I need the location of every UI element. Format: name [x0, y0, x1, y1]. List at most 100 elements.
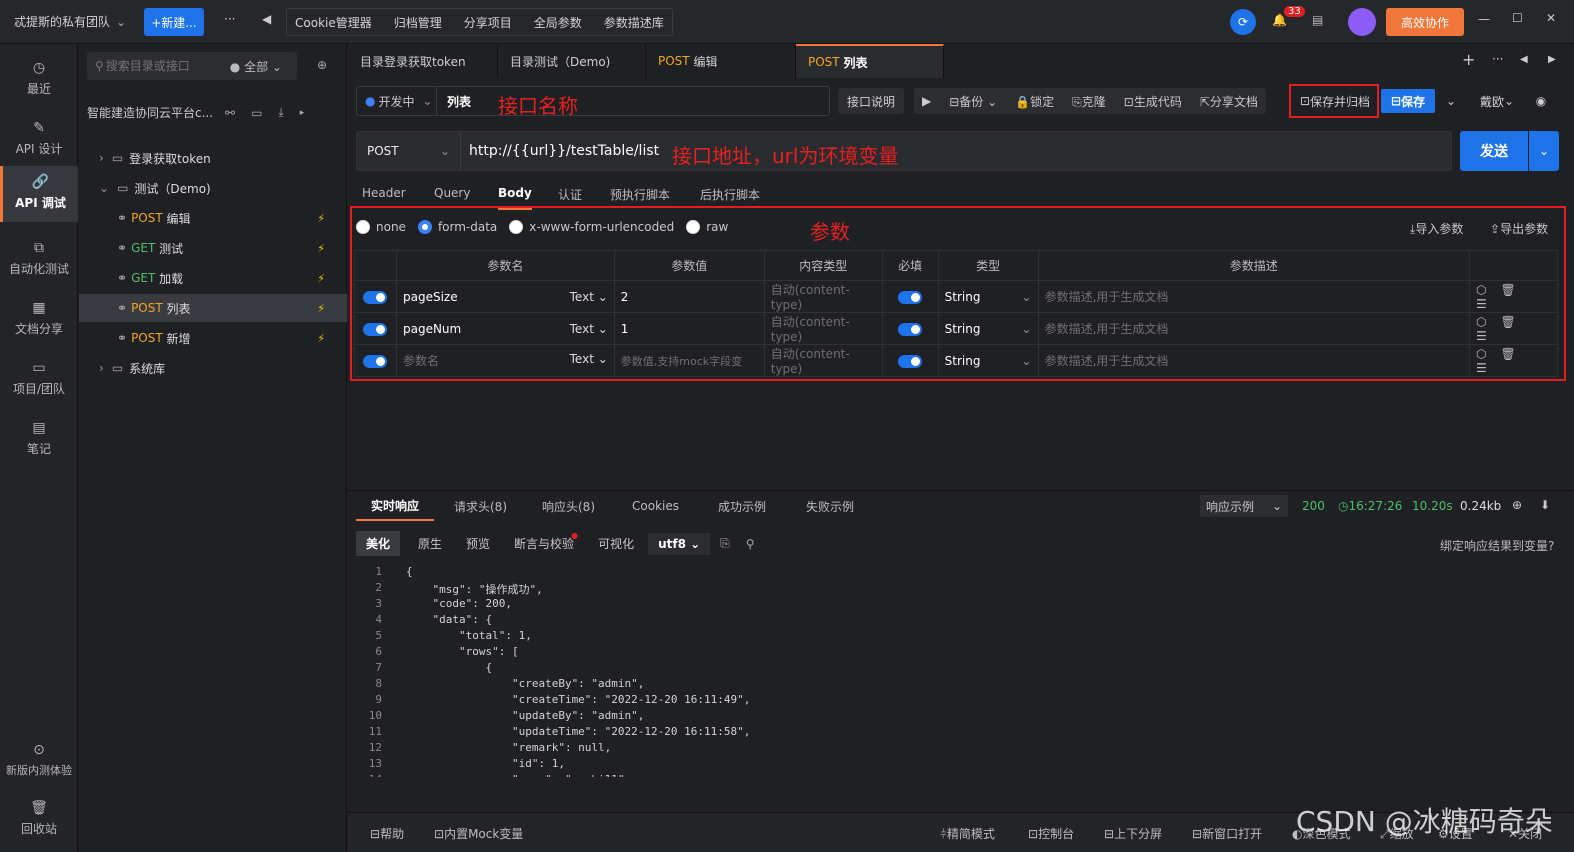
console-button[interactable]: ⊡控制台: [1028, 825, 1074, 842]
required-toggle[interactable]: [898, 322, 923, 336]
type-select[interactable]: String ⌄: [937, 280, 1039, 313]
search-icon[interactable]: ⚲: [746, 537, 755, 551]
param-desc[interactable]: 参数描述,用于生成文档: [1037, 280, 1471, 313]
import-params-button[interactable]: ⤓导入参数: [1410, 220, 1463, 237]
sidebar-item-doc-share[interactable]: ▦ 文档分享: [0, 292, 78, 348]
enable-toggle[interactable]: [363, 290, 388, 304]
name-cell[interactable]: pageNum Text ⌄: [395, 312, 615, 345]
help-button[interactable]: ⊟帮助: [370, 825, 404, 842]
method-select[interactable]: POST ⌄: [357, 132, 461, 170]
type-select[interactable]: String ⌄: [937, 344, 1039, 377]
globe-icon[interactable]: ⊕: [1512, 498, 1522, 512]
name-cell[interactable]: 参数名 Text ⌄: [395, 344, 615, 377]
tree-item-post-add[interactable]: ⚭ POST 新增 ⚡: [79, 324, 347, 352]
eye-icon[interactable]: ◉: [1528, 88, 1554, 114]
tree-folder-demo[interactable]: ⌄ ▭ 测试（Demo): [79, 174, 347, 202]
simple-mode-button[interactable]: ⫩精简模式: [940, 825, 995, 842]
sidebar-item-api-debug[interactable]: 🔗 API 调试: [0, 166, 78, 222]
resp-tab-resp-headers[interactable]: 响应头(8): [542, 491, 595, 521]
radio-none[interactable]: none: [356, 220, 406, 234]
resp-tab-cookies[interactable]: Cookies: [632, 491, 679, 521]
sidebar-item-api-design[interactable]: ✎ API 设计: [0, 112, 78, 168]
clone-button[interactable]: ⎘克隆: [1072, 93, 1106, 110]
enable-toggle[interactable]: [363, 354, 388, 368]
name-cell[interactable]: pageSize Text ⌄: [395, 280, 615, 313]
content-type[interactable]: 自动(content-type): [763, 312, 883, 345]
sync-icon[interactable]: ⟳: [1230, 9, 1256, 35]
tab-login[interactable]: 目录登录获取token: [348, 44, 498, 78]
sidebar-item-project-team[interactable]: ▭ 项目/团队: [0, 352, 78, 408]
param-desc[interactable]: 参数描述,用于生成文档: [1037, 312, 1471, 345]
url-input[interactable]: [469, 143, 659, 159]
tab-post-list[interactable]: POST 列表: [796, 44, 944, 78]
param-desc[interactable]: 参数描述,用于生成文档: [1037, 344, 1471, 377]
download-icon[interactable]: ⬇: [1540, 498, 1550, 512]
global-params-button[interactable]: 全局参数: [534, 14, 582, 31]
sidebar-item-beta[interactable]: ⊙ 新版内测体验: [0, 734, 78, 790]
prev-tab-icon[interactable]: ◀: [1520, 54, 1528, 65]
cube-icon[interactable]: ⬡: [1476, 283, 1500, 297]
trash-icon[interactable]: 🗑: [1500, 347, 1529, 361]
tree-item-post-edit[interactable]: ⚭ POST 编辑 ⚡: [79, 204, 347, 232]
param-value[interactable]: 1: [613, 312, 765, 345]
kind-select[interactable]: Text ⌄: [570, 352, 608, 366]
required-toggle[interactable]: [898, 354, 923, 368]
share-project-button[interactable]: 分享项目: [464, 14, 512, 31]
view-assert[interactable]: 断言与校验 ●: [504, 531, 584, 556]
save-dropdown-icon[interactable]: ⌄: [1438, 88, 1464, 114]
close-icon[interactable]: ✕: [1546, 11, 1556, 25]
sidebar-item-auto-test[interactable]: ⧉ 自动化测试: [0, 232, 78, 288]
drag-handle-icon[interactable]: ☰: [1476, 329, 1501, 343]
example-dropdown[interactable]: 响应示例 ⌄: [1200, 495, 1288, 517]
kind-select[interactable]: Text ⌄: [570, 322, 608, 336]
next-tab-icon[interactable]: ▶: [1548, 54, 1556, 65]
encoding-select[interactable]: utf8 ⌄: [648, 532, 711, 555]
maximize-icon[interactable]: ☐: [1512, 11, 1523, 25]
bind-variable-link[interactable]: 绑定响应结果到变量?: [1440, 537, 1554, 554]
request-name-input[interactable]: [447, 94, 487, 108]
archive-manager-button[interactable]: 归档管理: [394, 14, 442, 31]
radio-form-data[interactable]: form-data: [417, 220, 497, 234]
trash-icon[interactable]: 🗑: [1500, 283, 1529, 297]
collab-button[interactable]: 高效协作: [1386, 8, 1464, 36]
tree-item-get-load[interactable]: ⚭ GET 加载 ⚡: [79, 264, 347, 292]
more-icon[interactable]: ···: [1492, 52, 1503, 66]
share-doc-button[interactable]: ⇱分享文档: [1200, 93, 1258, 110]
required-toggle[interactable]: [898, 290, 923, 304]
new-window-button[interactable]: ⊟新窗口打开: [1192, 825, 1262, 842]
sidebar-item-trash[interactable]: 🗑 回收站: [0, 792, 78, 848]
tree-item-post-list[interactable]: ⚭ POST 列表 ⚡: [79, 294, 347, 322]
enable-toggle[interactable]: [363, 322, 388, 336]
drag-handle-icon[interactable]: ☰: [1476, 361, 1501, 375]
env-selector[interactable]: ● 开发中 ⌄: [357, 87, 437, 115]
view-preview[interactable]: 预览: [456, 531, 500, 556]
mock-vars-button[interactable]: ⊡内置Mock变量: [434, 825, 523, 842]
search-input[interactable]: [105, 59, 226, 73]
folder-add-icon[interactable]: ▭: [251, 106, 262, 120]
view-dropdown[interactable]: 戴欧 ⌄: [1474, 88, 1520, 114]
backup-button[interactable]: ⊟备份 ⌄: [949, 93, 997, 110]
filter-dropdown[interactable]: ● 全部 ⌄: [230, 58, 282, 75]
resp-tab-req-headers[interactable]: 请求头(8): [454, 491, 507, 521]
trash-icon[interactable]: 🗑: [1500, 315, 1529, 329]
export-params-button[interactable]: ⇪导出参数: [1490, 220, 1548, 237]
param-value-placeholder[interactable]: 参数值,支持mock字段变: [613, 344, 765, 377]
send-dropdown-icon[interactable]: ⌄: [1529, 131, 1559, 171]
more-icon[interactable]: ···: [224, 12, 235, 26]
run-icon[interactable]: ▶: [922, 94, 931, 108]
share-icon[interactable]: ⚯: [225, 106, 235, 120]
view-raw[interactable]: 原生: [408, 531, 452, 556]
save-archive-button[interactable]: ⊡ 保存并归档: [1294, 88, 1376, 114]
cookie-manager-button[interactable]: Cookie管理器: [295, 14, 372, 31]
send-button[interactable]: 发送: [1460, 131, 1528, 171]
drag-handle-icon[interactable]: ☰: [1476, 297, 1501, 311]
minimize-icon[interactable]: —: [1478, 12, 1490, 26]
tab-post-edit[interactable]: POST 编辑: [646, 44, 796, 78]
sidebar-item-notes[interactable]: ▤ 笔记: [0, 412, 78, 468]
resp-tab-live[interactable]: 实时响应: [356, 491, 434, 521]
collapse-left-icon[interactable]: ◀: [262, 12, 271, 26]
resp-tab-success-example[interactable]: 成功示例: [718, 491, 766, 521]
split-button[interactable]: ⊟上下分屏: [1104, 825, 1162, 842]
type-select[interactable]: String ⌄: [937, 312, 1039, 345]
tree-folder-system[interactable]: › ▭ 系统库: [79, 354, 347, 382]
